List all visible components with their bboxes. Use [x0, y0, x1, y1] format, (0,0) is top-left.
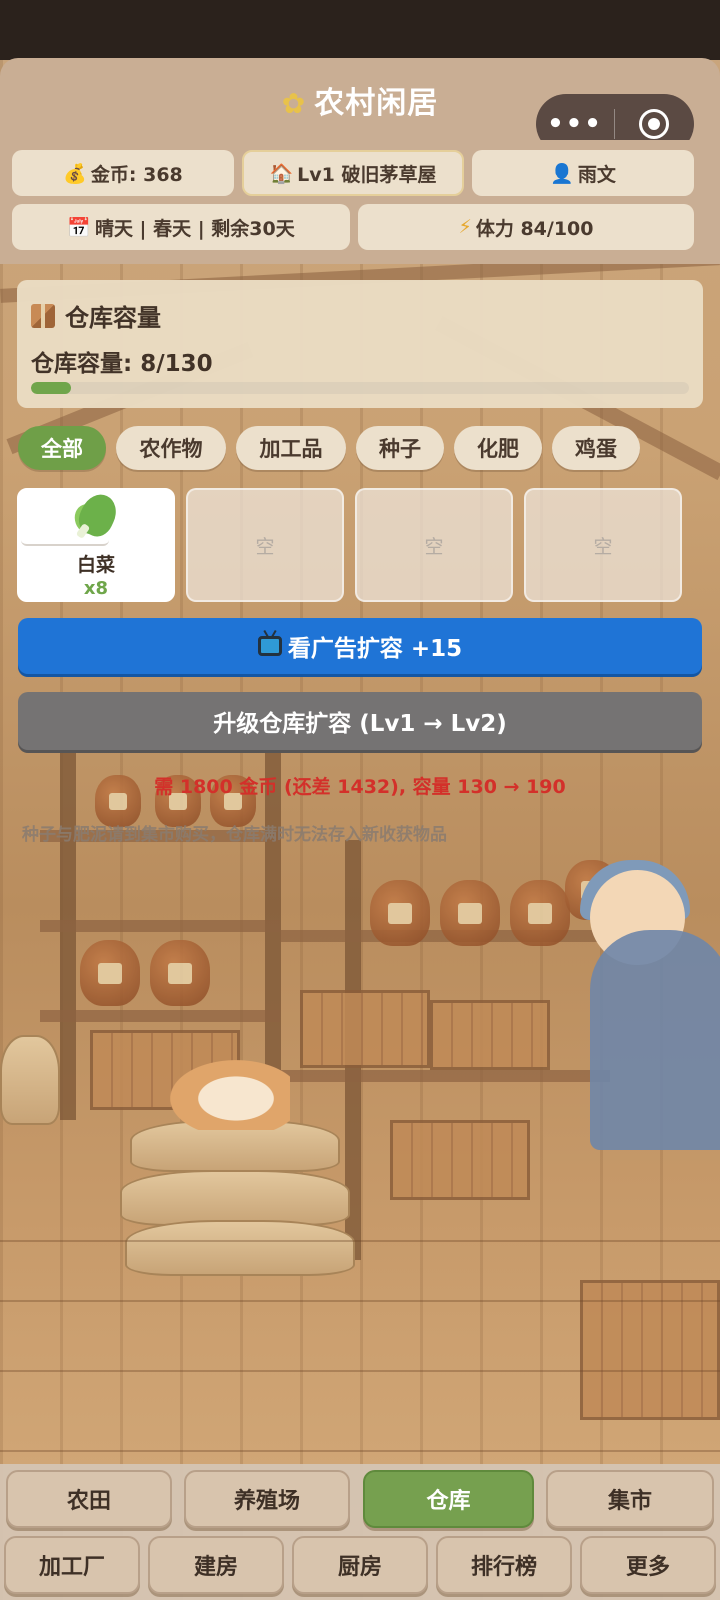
lightning-icon: ⚡: [458, 216, 472, 238]
capacity-text: 仓库容量: 8/130: [31, 351, 213, 377]
empty-slot-label: 空: [424, 535, 444, 558]
tab-processed[interactable]: 加工品: [236, 426, 346, 470]
nav-more[interactable]: 更多: [580, 1536, 716, 1594]
house-icon: 🏠: [269, 162, 294, 185]
calendar-icon: 📅: [67, 216, 91, 239]
user-name-stat: 👤 雨文: [472, 150, 694, 196]
capacity-card-title: 仓库容量: [31, 298, 161, 333]
tab-eggs[interactable]: 鸡蛋: [552, 426, 640, 470]
watch-ad-expand-button[interactable]: 看广告扩容 +15: [18, 618, 702, 674]
empty-slot-label: 空: [255, 535, 275, 558]
nav-market[interactable]: 集市: [546, 1470, 714, 1528]
cat-illustration: [170, 1060, 290, 1130]
gold-stat: 💰 金币: 368: [12, 150, 234, 196]
warehouse-capacity-card: 仓库容量 仓库容量: 8/130: [17, 280, 703, 408]
nav-build[interactable]: 建房: [148, 1536, 284, 1594]
box-icon: [31, 303, 55, 328]
slot-divider: [21, 540, 109, 546]
tab-seeds[interactable]: 种子: [356, 426, 444, 470]
system-status-bar: [0, 0, 720, 60]
tab-fertilizer[interactable]: 化肥: [454, 426, 542, 470]
cabbage-icon: [70, 488, 123, 542]
nav-leaderboard[interactable]: 排行榜: [436, 1536, 572, 1594]
warehouse-hint-text: 种子与肥泥请到集市购买，仓库满时无法存入新收获物品: [22, 825, 447, 845]
target-icon: [639, 109, 669, 139]
close-miniprogram-button[interactable]: [615, 109, 693, 139]
person-icon: 👤: [550, 162, 574, 185]
money-bag-icon: 💰: [63, 162, 87, 185]
capacity-progress-fill: [31, 382, 72, 394]
item-quantity: x8: [83, 578, 109, 599]
tab-crops[interactable]: 农作物: [116, 426, 226, 470]
item-name: 白菜: [76, 554, 115, 576]
tab-all[interactable]: 全部: [18, 426, 106, 470]
weather-season-stat: 📅 晴天 | 春天 | 剩余30天: [12, 204, 350, 250]
upgrade-warehouse-button[interactable]: 升级仓库扩容 (Lv1 → Lv2): [18, 692, 702, 750]
inventory-slot-empty[interactable]: 空: [186, 488, 344, 602]
nav-kitchen[interactable]: 厨房: [292, 1536, 428, 1594]
tv-icon: [257, 636, 282, 656]
inventory-slot-empty[interactable]: 空: [524, 488, 682, 602]
empty-slot-label: 空: [593, 535, 613, 558]
nav-ranch[interactable]: 养殖场: [184, 1470, 350, 1528]
corn-icon: ✿: [281, 87, 307, 120]
player-stats-panel: 💰 金币: 368 🏠 Lv1 破旧茅草屋 👤 雨文 📅 晴天 | 春天 | 剩余30天…: [0, 140, 720, 264]
upgrade-requirement-text: 需 1800 金币 (还差 1432), 容量 130 → 190: [154, 776, 566, 798]
inventory-slot-cabbage[interactable]: 白菜 x8: [17, 488, 175, 602]
nav-farm[interactable]: 农田: [6, 1470, 172, 1528]
nav-warehouse[interactable]: 仓库: [363, 1470, 534, 1528]
inventory-slot-empty[interactable]: 空: [355, 488, 513, 602]
nav-factory[interactable]: 加工厂: [4, 1536, 140, 1594]
stamina-stat: ⚡ 体力 84/100: [358, 204, 694, 250]
more-menu-button[interactable]: •••: [536, 109, 614, 139]
house-level-stat[interactable]: 🏠 Lv1 破旧茅草屋: [242, 150, 464, 196]
bottom-navigation: 农田 养殖场 仓库 集市 加工厂 建房 厨房 排行榜 更多: [0, 1464, 720, 1600]
capacity-progress-bar: [31, 382, 689, 394]
